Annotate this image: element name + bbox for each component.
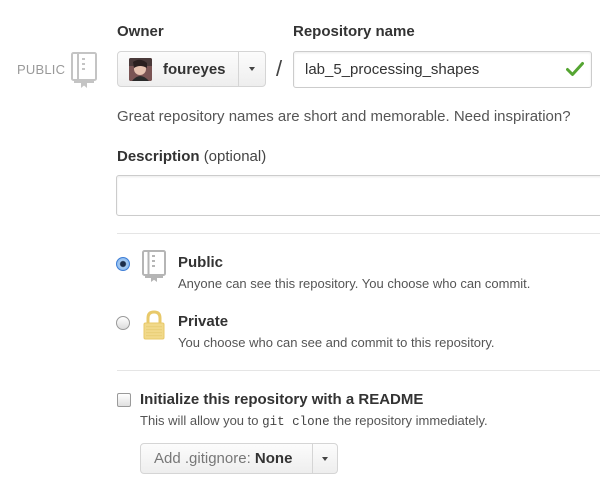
private-radio[interactable]: [116, 316, 130, 330]
git-clone-code: git clone: [262, 415, 330, 429]
readme-desc-before: This will allow you to: [140, 413, 259, 428]
caret-down-icon: [249, 67, 255, 71]
public-option-title[interactable]: Public: [178, 254, 223, 271]
repo-book-icon: [142, 250, 166, 287]
description-label: Description (optional): [117, 148, 266, 165]
divider: [117, 233, 600, 234]
owner-select[interactable]: foureyes: [117, 51, 266, 87]
avatar: [129, 57, 152, 81]
owner-repo-separator: /: [276, 56, 283, 81]
gitignore-label: Add .gitignore:: [154, 450, 251, 467]
owner-dropdown-toggle[interactable]: [238, 52, 265, 86]
private-option-title[interactable]: Private: [178, 313, 228, 330]
owner-name: foureyes: [163, 60, 226, 78]
owner-label: Owner: [117, 23, 164, 40]
gitignore-dropdown-toggle[interactable]: [312, 444, 337, 473]
repository-name-hint: Great repository names are short and mem…: [117, 108, 571, 125]
description-optional-text: (optional): [203, 148, 267, 165]
check-icon: [566, 61, 584, 82]
repo-book-icon: [71, 52, 97, 93]
description-label-text: Description: [117, 148, 200, 165]
divider: [117, 370, 600, 371]
readme-checkbox[interactable]: [117, 393, 131, 407]
visibility-tag: PUBLIC: [17, 62, 66, 77]
gitignore-value: None: [254, 450, 293, 467]
readme-option-description: This will allow you to git clone the rep…: [140, 413, 488, 429]
private-option-description: You choose who can see and commit to thi…: [178, 335, 495, 350]
repository-name-label: Repository name: [293, 23, 415, 40]
gitignore-select[interactable]: Add .gitignore: None: [140, 443, 338, 474]
description-input[interactable]: [116, 175, 600, 216]
readme-desc-after: the repository immediately.: [333, 413, 488, 428]
lock-icon: [143, 310, 165, 345]
repository-name-input[interactable]: [293, 51, 592, 88]
public-radio[interactable]: [116, 257, 130, 271]
caret-down-icon: [322, 456, 328, 461]
public-option-description: Anyone can see this repository. You choo…: [178, 276, 531, 291]
readme-option-title[interactable]: Initialize this repository with a README: [140, 391, 423, 408]
